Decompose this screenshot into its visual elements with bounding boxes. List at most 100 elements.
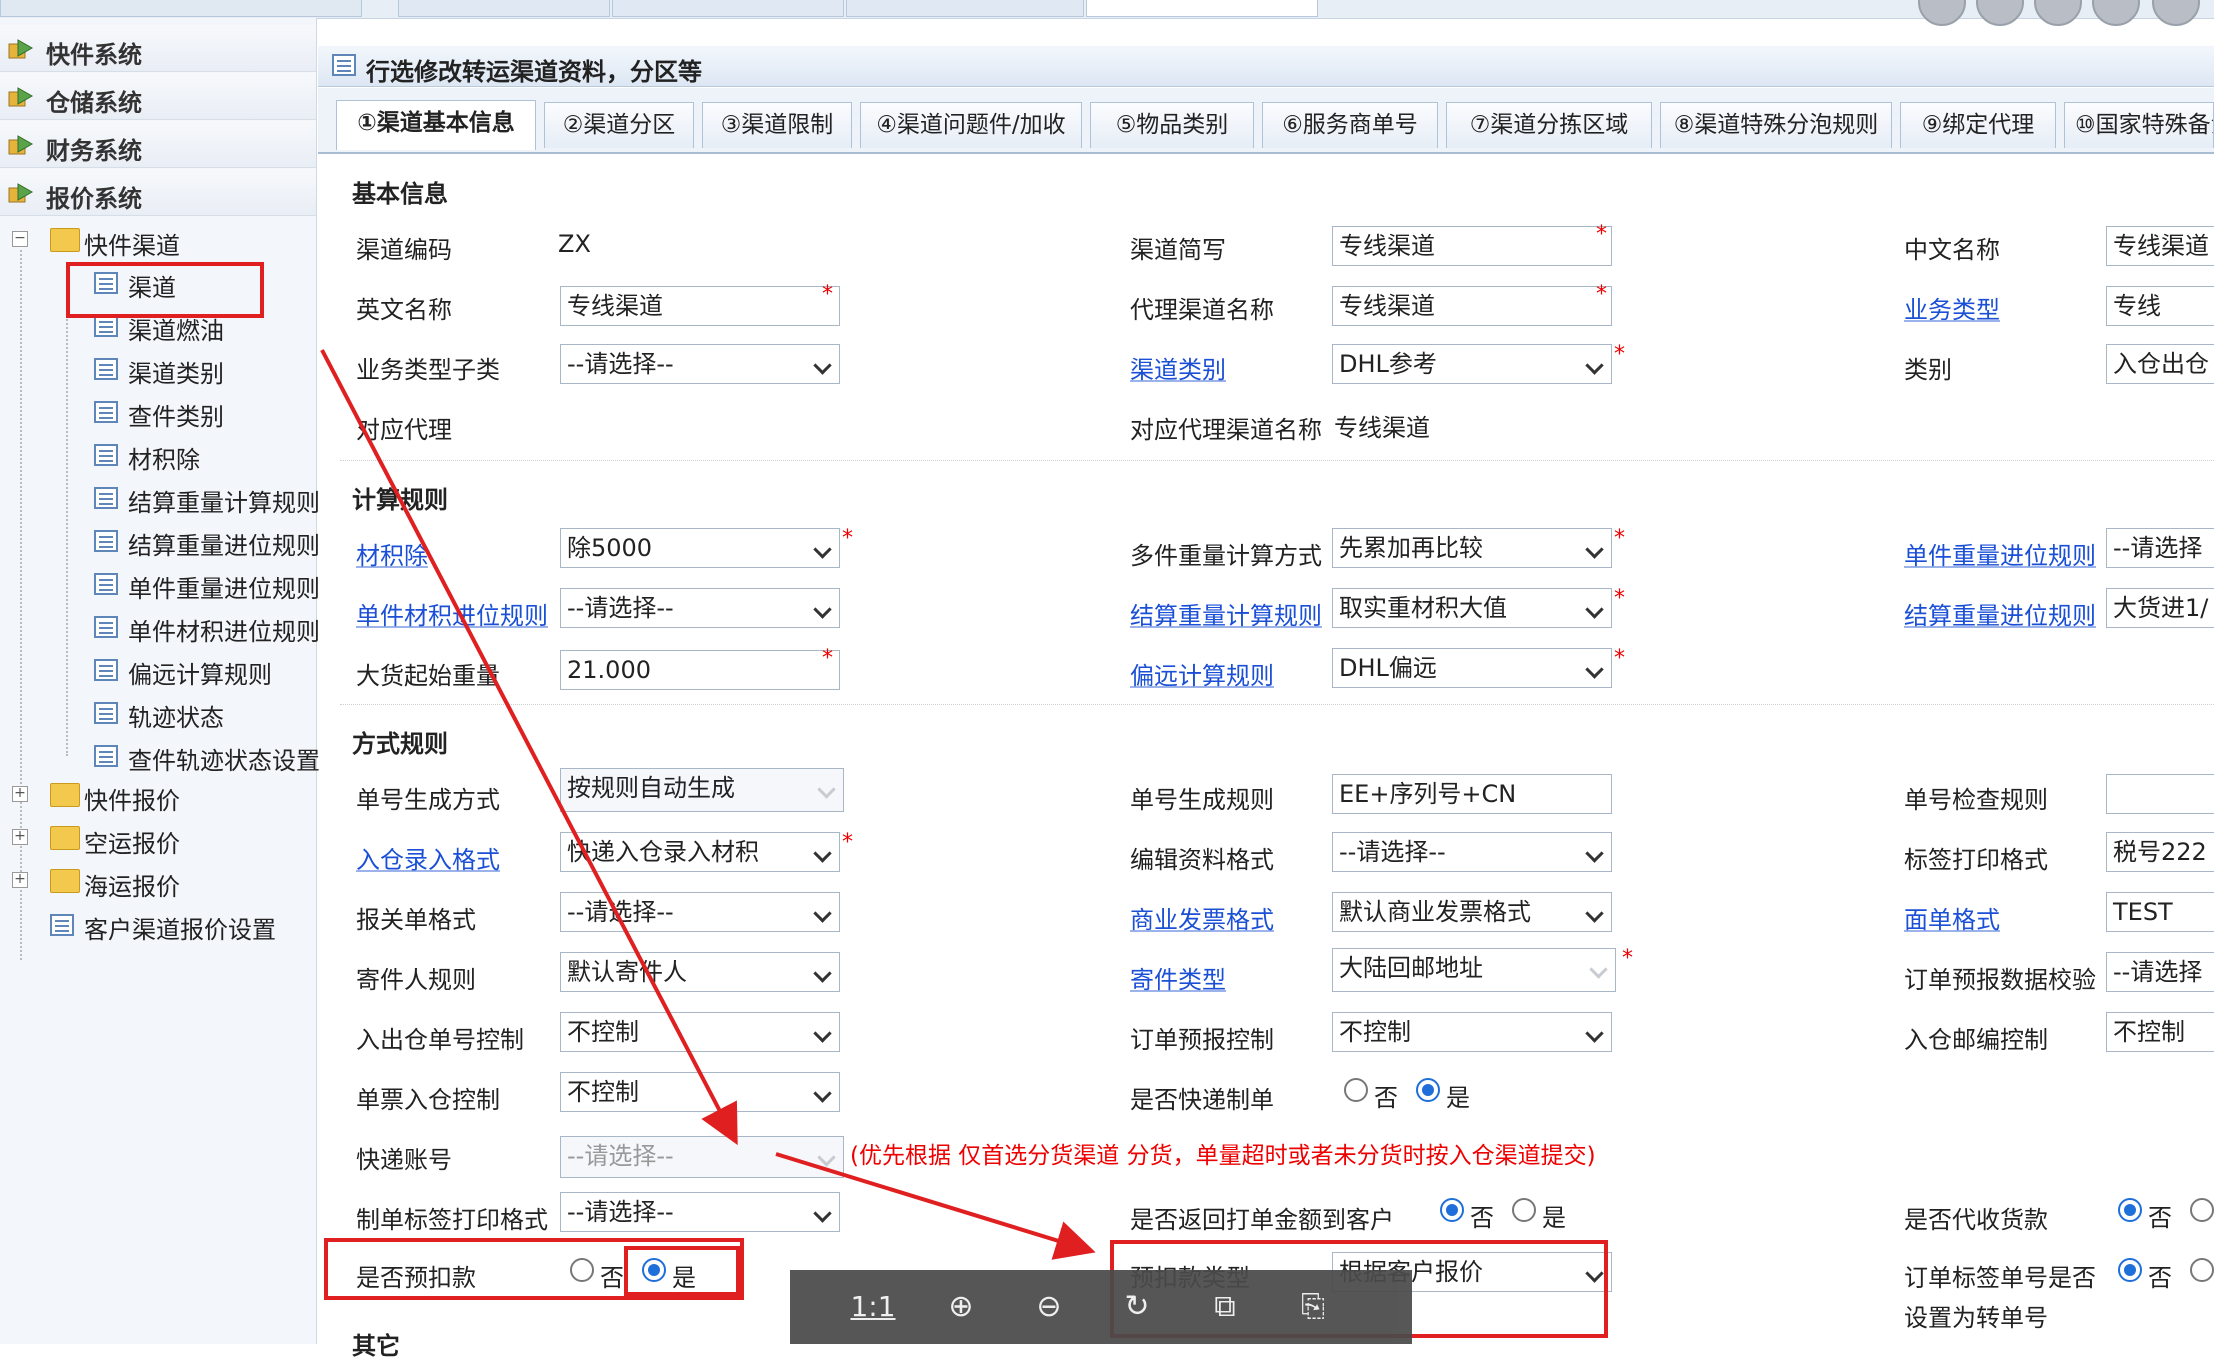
tab-sort-area[interactable]: ⑦渠道分拣区域 <box>1446 102 1652 148</box>
tab-customer[interactable] <box>846 0 1084 17</box>
sidebar-item-warehouse[interactable]: 仓储系统 <box>0 73 316 120</box>
expand-icon[interactable]: + <box>12 872 28 888</box>
rotate-icon[interactable]: ↻ <box>1112 1284 1162 1330</box>
tab-limits[interactable]: ③渠道限制 <box>702 102 852 148</box>
return-yes-radio[interactable] <box>1512 1198 1536 1222</box>
minimize-icon[interactable] <box>2034 0 2082 26</box>
prereport-check-select[interactable]: --请选择 <box>2106 952 2214 992</box>
remote-select[interactable]: DHL偏远 <box>1332 648 1612 688</box>
tree-label: 空运报价 <box>84 830 180 858</box>
return-no-radio[interactable] <box>1440 1198 1464 1222</box>
no-gen-select[interactable]: 按规则自动生成 <box>560 768 844 812</box>
single-round-select[interactable]: --请选择 <box>2106 528 2214 568</box>
cod-yes-radio[interactable] <box>2190 1198 2214 1222</box>
tab-channel[interactable] <box>1086 0 1318 17</box>
tree-label: 单件材积进位规则 <box>128 618 320 646</box>
label-biz-type[interactable]: 业务类型 <box>1904 290 2000 325</box>
customs-fmt-select[interactable]: --请选择-- <box>560 892 840 932</box>
zip-ctrl-select[interactable]: 不控制 <box>2106 1012 2214 1052</box>
required-mark: * <box>842 830 853 855</box>
crop-icon[interactable]: ⧉ <box>1200 1284 1250 1330</box>
tab-zones[interactable]: ②渠道分区 <box>544 102 694 148</box>
category-select[interactable]: 入仓出仓 <box>2106 344 2214 384</box>
channel-abbr-input[interactable]: 专线渠道 <box>1332 226 1612 266</box>
required-mark: * <box>1614 586 1625 611</box>
sender-rule-select[interactable]: 默认寄件人 <box>560 952 840 992</box>
tab-bind-agent[interactable]: ⑨绑定代理 <box>1900 102 2056 148</box>
tab-special-rules[interactable]: ⑧渠道特殊分泡规则 <box>1660 102 1892 148</box>
expand-icon[interactable]: + <box>12 829 28 845</box>
label-invoice-fmt[interactable]: 商业发票格式 <box>1130 900 1274 935</box>
tab-goods[interactable]: ⑤物品类别 <box>1090 102 1254 148</box>
sidebar-item-label: 仓储系统 <box>46 89 142 117</box>
label-no-no-radio[interactable] <box>2118 1258 2142 1282</box>
save-icon[interactable]: ⎘ <box>1288 1284 1338 1330</box>
label-bulk-start: 大货起始重量 <box>356 662 500 690</box>
label-multi-calc: 多件重量计算方式 <box>1130 542 1322 570</box>
label-remote[interactable]: 偏远计算规则 <box>1130 656 1274 691</box>
account-select[interactable]: --请选择-- <box>560 1136 844 1178</box>
actual-size-button[interactable]: 1:1 <box>848 1284 898 1330</box>
cn-name-input[interactable]: 专线渠道 <box>2106 226 2214 266</box>
close-icon[interactable] <box>2152 0 2200 26</box>
biz-type-input[interactable]: 专线 <box>2106 286 2214 326</box>
chevron-down-icon <box>1585 660 1604 679</box>
en-name-input[interactable]: 专线渠道 <box>560 286 840 326</box>
volume-div-select[interactable]: 除5000 <box>560 528 840 568</box>
zoom-in-icon[interactable]: ⊕ <box>936 1284 986 1330</box>
tab-basic-info[interactable]: ①渠道基本信息 <box>336 100 536 150</box>
pin-icon[interactable] <box>1976 0 2024 26</box>
tab-provider-no[interactable]: ⑥服务商单号 <box>1262 102 1438 148</box>
multi-calc-select[interactable]: 先累加再比较 <box>1332 528 1612 568</box>
label-single-vol[interactable]: 单件材积进位规则 <box>356 596 548 631</box>
tab-country-notes[interactable]: ⑩国家特殊备注 <box>2064 102 2214 148</box>
label-no-yes-radio[interactable] <box>2190 1258 2214 1282</box>
single-vol-select[interactable]: --请选择-- <box>560 588 840 628</box>
settle-round-select[interactable]: 大货进1/ <box>2106 588 2214 628</box>
tab-waybill[interactable] <box>612 0 844 17</box>
label-volume-div[interactable]: 材积除 <box>356 536 428 571</box>
dialog-title: 行选修改转运渠道资料，分区等 <box>366 58 702 86</box>
channel-category-select[interactable]: DHL参考 <box>1332 344 1612 384</box>
face-fmt-select[interactable]: TEST <box>2106 892 2214 932</box>
sender-type-select[interactable]: 大陆回邮地址 <box>1332 948 1616 992</box>
label-channel-category[interactable]: 渠道类别 <box>1130 350 1226 385</box>
tab-issues[interactable]: ④渠道问题件/加收 <box>860 102 1082 148</box>
label-single-round[interactable]: 单件重量进位规则 <box>1904 536 2096 571</box>
grid-icon <box>50 914 74 936</box>
label-face-fmt[interactable]: 面单格式 <box>1904 900 2000 935</box>
label-settle-calc[interactable]: 结算重量计算规则 <box>1130 596 1322 631</box>
label-fmt-select[interactable]: 税号222 <box>2106 832 2214 872</box>
express-yes-radio[interactable] <box>1416 1078 1440 1102</box>
no-rule-input[interactable]: EE+序列号+CN <box>1332 774 1612 814</box>
sidebar-item-label: 快件系统 <box>46 41 142 69</box>
label-cod: 是否代收货款 <box>1904 1206 2048 1234</box>
invoice-fmt-select[interactable]: 默认商业发票格式 <box>1332 892 1612 932</box>
expand-icon[interactable]: + <box>12 786 28 802</box>
label-in-fmt[interactable]: 入仓录入格式 <box>356 840 500 875</box>
sidebar-item-quote[interactable]: 报价系统 <box>0 169 316 216</box>
inout-ctrl-select[interactable]: 不控制 <box>560 1012 840 1052</box>
label-print-select[interactable]: --请选择-- <box>560 1192 840 1232</box>
in-fmt-select[interactable]: 快递入仓录入材积 <box>560 832 840 872</box>
express-no-radio[interactable] <box>1344 1078 1368 1102</box>
label-settle-round[interactable]: 结算重量进位规则 <box>1904 596 2096 631</box>
collapse-icon[interactable]: − <box>12 231 28 247</box>
tab-home[interactable] <box>398 0 610 17</box>
home-icon[interactable] <box>1918 0 1966 26</box>
agent-channel-input[interactable]: 专线渠道 <box>1332 286 1612 326</box>
settle-calc-select[interactable]: 取实重材积大值 <box>1332 588 1612 628</box>
edit-fmt-select[interactable]: --请选择-- <box>1332 832 1612 872</box>
sidebar-item-finance[interactable]: 财务系统 <box>0 121 316 168</box>
no-check-input[interactable] <box>2106 774 2214 814</box>
select-value: 大陆回邮地址 <box>1339 954 1483 982</box>
maximize-icon[interactable] <box>2092 0 2140 26</box>
label-sender-type[interactable]: 寄件类型 <box>1130 960 1226 995</box>
bulk-start-input[interactable]: 21.000 <box>560 650 840 690</box>
biz-subtype-select[interactable]: --请选择-- <box>560 344 840 384</box>
zoom-out-icon[interactable]: ⊖ <box>1024 1284 1074 1330</box>
single-in-select[interactable]: 不控制 <box>560 1072 840 1112</box>
sidebar-item-express[interactable]: 快件系统 <box>0 25 316 72</box>
cod-no-radio[interactable] <box>2118 1198 2142 1222</box>
prereport-ctrl-select[interactable]: 不控制 <box>1332 1012 1612 1052</box>
